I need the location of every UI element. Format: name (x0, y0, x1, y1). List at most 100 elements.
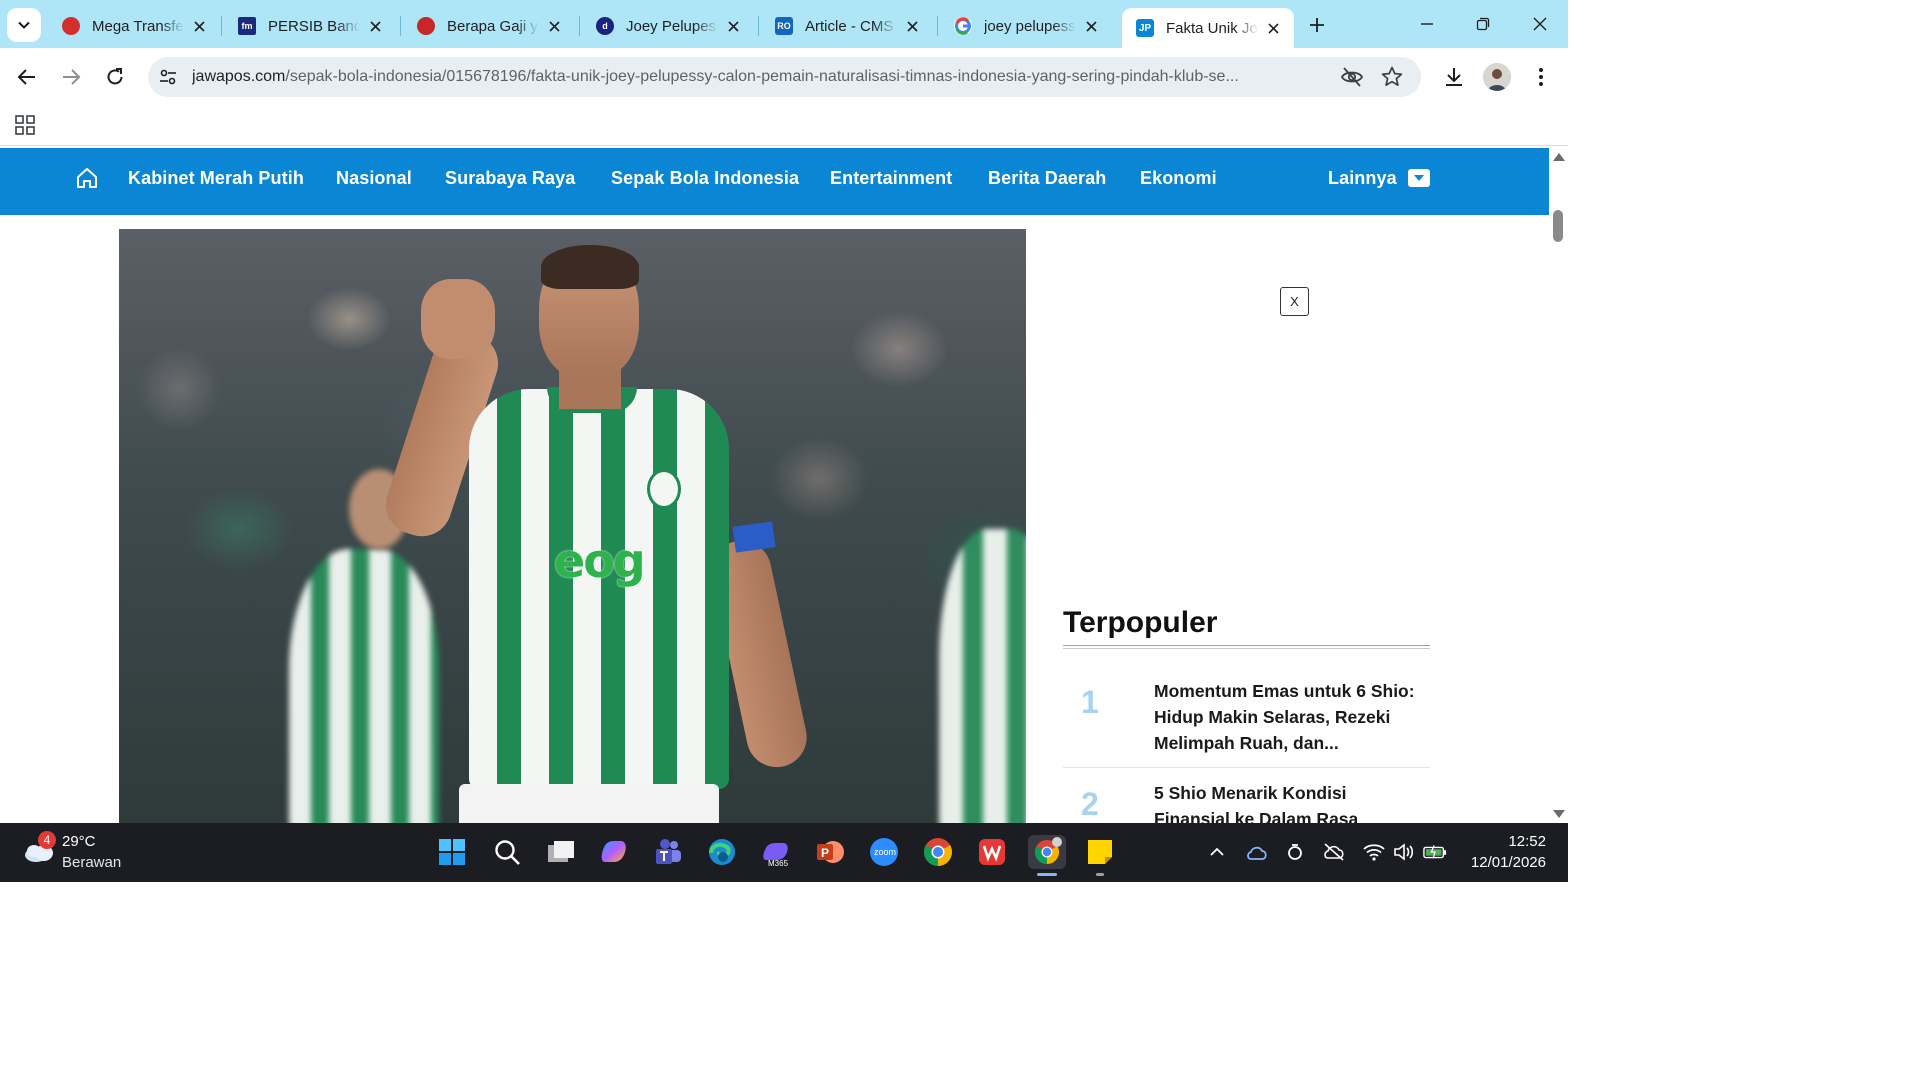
downloads-button[interactable] (1439, 62, 1469, 92)
tab-mega-transfer[interactable]: Mega Transfer (48, 8, 220, 44)
nav-berita-daerah[interactable]: Berita Daerah (988, 168, 1106, 189)
tab-separator (937, 16, 938, 36)
tray-cloud-off[interactable] (1322, 840, 1346, 864)
powerpoint-button[interactable]: P (813, 835, 847, 869)
close-icon[interactable] (366, 17, 384, 35)
chrome-profile-icon (1034, 837, 1062, 864)
browser-menu-button[interactable] (1526, 62, 1556, 92)
popular-headline-link[interactable]: 5 Shio Menarik Kondisi Finansial ke Dala… (1154, 780, 1424, 824)
popular-item[interactable]: 2 5 Shio Menarik Kondisi Finansial ke Da… (1063, 780, 1430, 824)
minimize-button[interactable] (1404, 8, 1450, 40)
popular-divider (1063, 645, 1430, 649)
clock-date[interactable]: 12/01/2026 (1466, 854, 1546, 871)
nav-nasional[interactable]: Nasional (336, 168, 412, 189)
close-icon[interactable] (724, 17, 742, 35)
copilot-button[interactable] (597, 835, 631, 869)
m365-button[interactable]: M365 (759, 835, 793, 869)
plus-icon (1310, 18, 1324, 32)
eye-slash-icon[interactable] (1340, 66, 1364, 88)
close-icon[interactable] (190, 17, 208, 35)
tab-search-button[interactable] (7, 8, 41, 42)
tray-wifi[interactable] (1362, 840, 1386, 864)
apps-grid-icon[interactable] (14, 114, 36, 136)
kebab-menu-icon (1539, 68, 1543, 86)
browser-toolbar: jawapos.com/sepak-bola-indonesia/0156781… (0, 48, 1568, 106)
tab-berapa-gaji[interactable]: Berapa Gaji ya (403, 8, 575, 44)
nav-ekonomi[interactable]: Ekonomi (1140, 168, 1217, 189)
popular-headline-link[interactable]: Momentum Emas untuk 6 Shio: Hidup Makin … (1154, 678, 1424, 756)
jersey-sponsor-logo: eog (554, 534, 646, 588)
ad-close-button[interactable]: X (1280, 287, 1309, 316)
close-window-button[interactable] (1517, 8, 1563, 40)
weather-description[interactable]: Berawan (62, 854, 121, 871)
close-icon[interactable] (1082, 17, 1100, 35)
persib-fm-icon: fm (238, 17, 256, 35)
back-button[interactable] (10, 60, 44, 94)
nav-lainnya[interactable]: Lainnya (1328, 168, 1397, 189)
nav-sepak-bola-indonesia[interactable]: Sepak Bola Indonesia (611, 168, 799, 189)
edge-button[interactable] (705, 835, 739, 869)
scroll-thumb[interactable] (1553, 210, 1563, 242)
task-view-button[interactable] (544, 835, 578, 869)
chrome-button[interactable] (921, 835, 955, 869)
home-icon[interactable] (75, 166, 99, 190)
address-bar[interactable]: jawapos.com/sepak-bola-indonesia/0156781… (148, 57, 1421, 97)
white-shorts (459, 784, 719, 823)
close-icon (1533, 17, 1547, 31)
scroll-up-arrow-icon[interactable] (1553, 153, 1565, 161)
restore-button[interactable] (1460, 8, 1506, 40)
tab-article-cms[interactable]: RO Article - CMS (761, 8, 933, 44)
chrome-icon (924, 838, 952, 866)
teams-button[interactable] (651, 835, 685, 869)
clock-time[interactable]: 12:52 (1490, 833, 1546, 850)
minimize-icon (1421, 23, 1433, 25)
chevron-down-icon (18, 21, 30, 29)
tab-strip: Mega Transfer fm PERSIB Bandung Berapa G… (0, 0, 1568, 48)
tab-google-search[interactable]: joey pelupessy (940, 8, 1112, 44)
zoom-button[interactable]: zoom (867, 835, 901, 869)
close-icon[interactable] (545, 17, 563, 35)
chrome-profile-button[interactable] (1028, 835, 1066, 869)
new-tab-button[interactable] (1302, 10, 1332, 40)
tab-fakta-unik-joey[interactable]: JP Fakta Unik Joey (1122, 8, 1294, 48)
cms-ro-icon: RO (775, 17, 793, 35)
profile-avatar[interactable] (1483, 63, 1511, 91)
show-hidden-icons-button[interactable] (1205, 840, 1229, 864)
start-button[interactable] (435, 835, 469, 869)
taskbar-search-button[interactable] (490, 835, 524, 869)
sticky-notes-icon (1088, 840, 1112, 864)
tab-joey-pelupessy-detik[interactable]: d Joey Pelupessy (582, 8, 754, 44)
url-text[interactable]: jawapos.com/sepak-bola-indonesia/0156781… (192, 68, 1328, 86)
close-icon[interactable] (903, 17, 921, 35)
page-scrollbar[interactable] (1549, 148, 1568, 823)
teams-icon (656, 839, 681, 864)
nav-kabinet-merah-putih[interactable]: Kabinet Merah Putih (128, 168, 304, 189)
background-player-left (289, 549, 439, 823)
nav-surabaya-raya[interactable]: Surabaya Raya (445, 168, 575, 189)
tab-title: Joey Pelupessy (626, 17, 718, 35)
nav-entertainment[interactable]: Entertainment (830, 168, 952, 189)
url-path: /sepak-bola-indonesia/015678196/fakta-un… (285, 68, 1239, 85)
popular-item[interactable]: 1 Momentum Emas untuk 6 Shio: Hidup Maki… (1063, 678, 1430, 768)
tray-cloud-sync[interactable] (1245, 840, 1269, 864)
edge-icon (709, 839, 735, 865)
sticky-notes-button[interactable] (1083, 835, 1117, 869)
tab-separator (579, 16, 580, 36)
windows-start-icon (439, 839, 465, 865)
close-icon[interactable] (1264, 19, 1282, 37)
tray-location[interactable] (1283, 840, 1307, 864)
forward-button[interactable] (54, 60, 88, 94)
club-crest-icon (647, 469, 681, 509)
tray-battery[interactable] (1423, 840, 1447, 864)
caret-down-icon[interactable] (1408, 169, 1430, 187)
weather-temperature[interactable]: 29°C (62, 833, 96, 850)
popular-section-title: Terpopuler (1063, 606, 1218, 639)
scroll-down-arrow-icon[interactable] (1553, 810, 1565, 818)
tune-icon[interactable] (158, 67, 178, 87)
tab-persib[interactable]: fm PERSIB Bandung (224, 8, 396, 44)
star-icon[interactable] (1380, 65, 1404, 89)
reload-button[interactable] (98, 60, 132, 94)
wps-button[interactable] (975, 835, 1009, 869)
red-circle-icon (62, 17, 80, 35)
tray-volume[interactable] (1392, 840, 1416, 864)
